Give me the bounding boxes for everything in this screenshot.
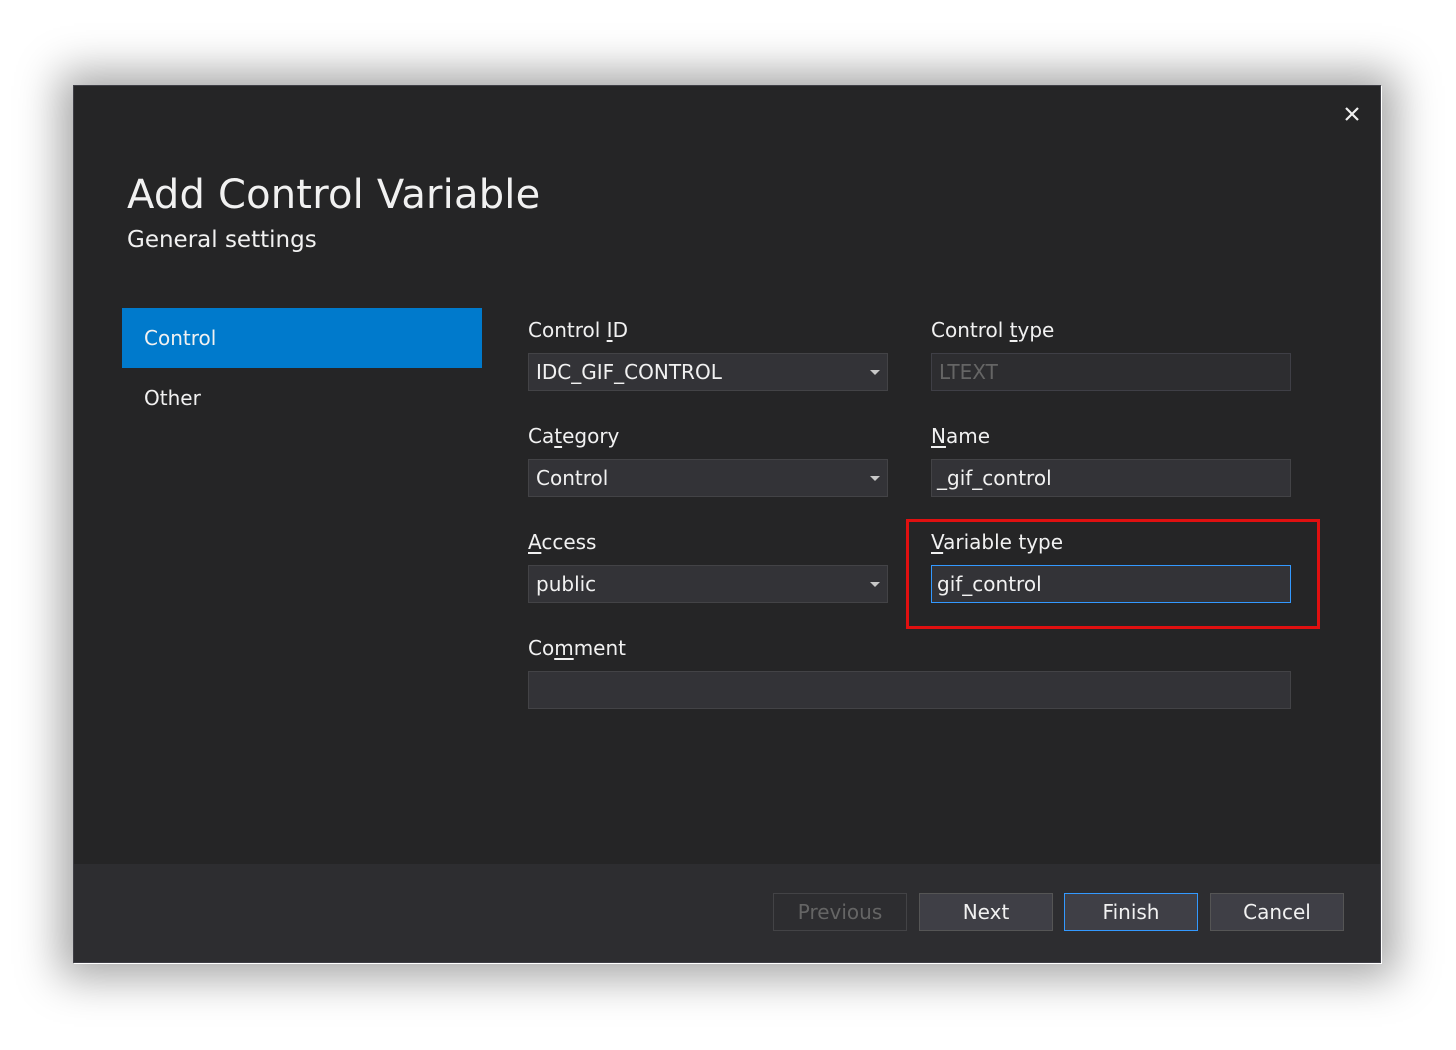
name-label: Name [931, 424, 991, 448]
dialog-subtitle: General settings [127, 227, 317, 253]
chevron-down-icon[interactable] [870, 582, 880, 587]
comment-label: Comment [528, 636, 626, 660]
access-combo[interactable]: public [528, 565, 888, 603]
control-type-field: LTEXT [931, 353, 1291, 391]
nav-item-label: Other [144, 386, 201, 410]
add-control-variable-dialog: Add Control Variable General settings Co… [73, 85, 1381, 963]
category-value: Control [536, 466, 609, 490]
previous-button[interactable]: Previous [773, 893, 907, 931]
control-id-label: Control ID [528, 318, 628, 342]
access-value: public [536, 572, 597, 596]
nav-item-label: Control [144, 326, 217, 350]
nav-item-control[interactable]: Control [122, 308, 482, 368]
name-value: _gif_control [937, 466, 1052, 490]
nav-item-other[interactable]: Other [122, 368, 482, 428]
control-id-combo[interactable]: IDC_GIF_CONTROL [528, 353, 888, 391]
category-label: Category [528, 424, 620, 448]
control-type-value: LTEXT [939, 360, 998, 384]
chevron-down-icon[interactable] [870, 476, 880, 481]
comment-input[interactable] [528, 671, 1291, 709]
next-button[interactable]: Next [919, 893, 1053, 931]
chevron-down-icon[interactable] [870, 370, 880, 375]
name-input[interactable]: _gif_control [931, 459, 1291, 497]
variable-type-value: gif_control [937, 572, 1042, 596]
dialog-footer: Previous Next Finish Cancel [74, 864, 1380, 962]
dialog-title: Add Control Variable [127, 172, 541, 218]
close-icon[interactable] [1340, 102, 1364, 126]
variable-type-label: Variable type [931, 530, 1064, 554]
finish-button[interactable]: Finish [1064, 893, 1198, 931]
cancel-button[interactable]: Cancel [1210, 893, 1344, 931]
category-combo[interactable]: Control [528, 459, 888, 497]
access-label: Access [528, 530, 597, 554]
control-type-label: Control type [931, 318, 1055, 342]
variable-type-input[interactable]: gif_control [931, 565, 1291, 603]
control-id-value: IDC_GIF_CONTROL [536, 360, 722, 384]
